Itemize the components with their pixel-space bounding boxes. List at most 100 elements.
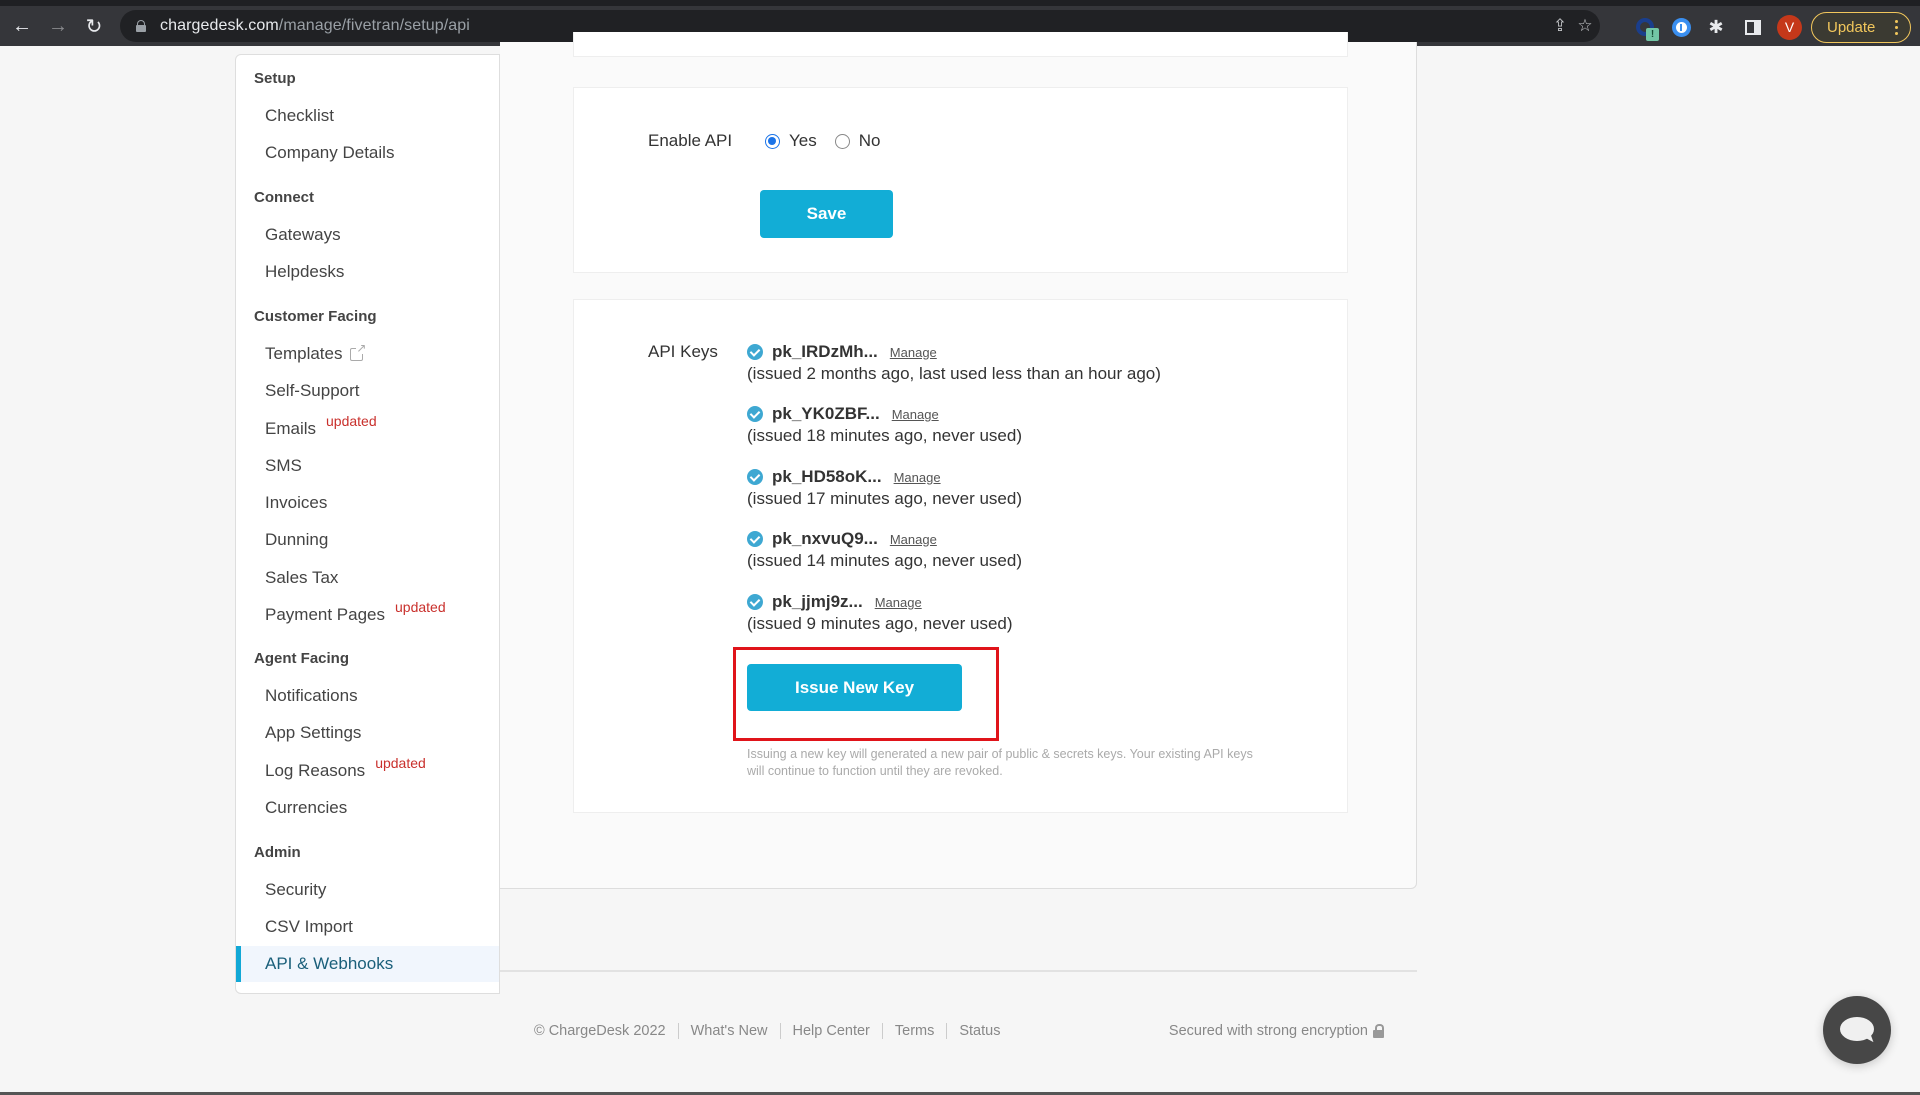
menu-dots-icon (1895, 20, 1898, 38)
enable-api-no-radio[interactable] (834, 133, 850, 149)
api-keys-card: API Keys pk_IRDzMh... Manage (issued 2 mo… (573, 299, 1348, 813)
sidebar-item-app-settings[interactable]: App Settings (236, 715, 499, 751)
sidebar-item-emails[interactable]: Emails updated (236, 411, 499, 447)
api-key-id: pk_IRDzMh... (772, 342, 878, 361)
footer-link-help-center[interactable]: Help Center (793, 1023, 870, 1039)
issue-key-hint: Issuing a new key will generated a new p… (747, 747, 1253, 778)
sidebar-item-invoices[interactable]: Invoices (236, 485, 499, 521)
sidebar-item-api-webhooks[interactable]: API & Webhooks (236, 946, 499, 982)
forward-arrow-icon[interactable]: → (40, 8, 76, 44)
api-key-meta: (issued 18 minutes ago, never used) (747, 426, 1022, 445)
api-key-meta: (issued 9 minutes ago, never used) (747, 614, 1013, 633)
sidebar-item-sms[interactable]: SMS (236, 448, 499, 484)
puzzle-icon[interactable]: ✱ (1705, 16, 1727, 38)
star-icon[interactable]: ☆ (1572, 14, 1598, 38)
updated-badge: updated (395, 599, 446, 615)
api-key-meta: (issued 17 minutes ago, never used) (747, 489, 1022, 508)
sidebar-heading-connect: Connect (254, 189, 314, 206)
enable-api-radio-group: Yes No (765, 131, 898, 151)
sidebar-item-gateways[interactable]: Gateways (236, 217, 499, 253)
footer-separator (779, 1023, 781, 1039)
external-link-icon (350, 341, 367, 361)
copyright-text: © ChargeDesk 2022 (534, 1023, 666, 1039)
api-key-id: pk_YK0ZBF... (772, 404, 880, 423)
sidebar-item-helpdesks[interactable]: Helpdesks (236, 254, 499, 290)
api-keys-label: API Keys (648, 342, 718, 361)
check-circle-icon (747, 594, 763, 610)
api-key-meta: (issued 2 months ago, last used less tha… (747, 364, 1161, 383)
api-key-item: pk_nxvuQ9... Manage (issued 14 minutes ag… (747, 529, 1022, 571)
chat-launcher-button[interactable] (1823, 996, 1891, 1064)
sidebar-item-checklist[interactable]: Checklist (236, 98, 499, 134)
sidebar-item-label: Sales Tax (265, 568, 339, 587)
sidebar-item-currencies[interactable]: Currencies (236, 790, 499, 826)
sidebar-item-label: SMS (265, 456, 302, 475)
previous-card (573, 32, 1348, 57)
sidebar-item-label: Helpdesks (265, 262, 345, 281)
share-icon[interactable]: ⇪ (1547, 14, 1573, 38)
sidebar-item-notifications[interactable]: Notifications (236, 678, 499, 714)
api-key-id: pk_HD58oK... (772, 467, 882, 486)
footer-divider (500, 970, 1417, 972)
sidebar-item-sales-tax[interactable]: Sales Tax (236, 560, 499, 596)
sidebar-item-label: API & Webhooks (265, 954, 394, 973)
manage-key-link[interactable]: Manage (890, 345, 937, 360)
api-key-item: pk_IRDzMh... Manage (issued 2 months ago,… (747, 342, 1161, 384)
manage-key-link[interactable]: Manage (894, 470, 941, 485)
updated-badge: updated (326, 413, 377, 429)
lock-icon[interactable] (136, 20, 146, 32)
footer: © ChargeDesk 2022 What's New Help Center… (534, 1023, 1384, 1039)
lock-icon (1373, 1024, 1384, 1038)
sidebar-heading-setup: Setup (254, 70, 296, 87)
radio-label-yes[interactable]: Yes (789, 131, 817, 151)
footer-link-status[interactable]: Status (959, 1023, 1000, 1039)
radio-label-no[interactable]: No (859, 131, 881, 151)
password-manager-icon[interactable] (1670, 16, 1692, 38)
profile-avatar[interactable]: V (1777, 15, 1802, 40)
settings-sidebar: Setup Checklist Company Details Connect … (235, 54, 500, 994)
sidepanel-icon[interactable] (1742, 16, 1764, 38)
sidebar-item-csv-import[interactable]: CSV Import (236, 909, 499, 945)
sidebar-item-log-reasons[interactable]: Log Reasons updated (236, 753, 499, 789)
footer-separator (946, 1023, 948, 1039)
page: Setup Checklist Company Details Connect … (0, 32, 1920, 1095)
reload-icon[interactable]: ↻ (76, 8, 112, 44)
sidebar-item-label: Security (265, 880, 327, 899)
api-key-item: pk_HD58oK... Manage (issued 17 minutes ag… (747, 467, 1022, 509)
sidebar-item-security[interactable]: Security (236, 872, 499, 908)
check-circle-icon (747, 406, 763, 422)
sidebar-item-label: Payment Pages (265, 605, 386, 624)
check-circle-icon (747, 531, 763, 547)
footer-link-whats-new[interactable]: What's New (691, 1023, 768, 1039)
manage-key-link[interactable]: Manage (892, 407, 939, 422)
issue-new-key-button[interactable]: Issue New Key (747, 664, 962, 711)
extension-icon[interactable]: ! (1634, 16, 1659, 41)
sidebar-item-label: Log Reasons (265, 761, 366, 780)
sidebar-item-payment-pages[interactable]: Payment Pages updated (236, 597, 499, 633)
main-content: Enable API Yes No Save API Keys pk_IRDzM… (500, 32, 1417, 889)
sidebar-item-label: Company Details (265, 143, 395, 162)
enable-api-yes-radio[interactable] (765, 133, 780, 149)
update-button[interactable]: Update (1811, 12, 1911, 43)
footer-link-terms[interactable]: Terms (895, 1023, 934, 1039)
api-key-id: pk_jjmj9z... (772, 592, 863, 611)
sidebar-item-dunning[interactable]: Dunning (236, 522, 499, 558)
sidebar-item-company-details[interactable]: Company Details (236, 135, 499, 171)
manage-key-link[interactable]: Manage (875, 595, 922, 610)
manage-key-link[interactable]: Manage (890, 532, 937, 547)
url-text[interactable]: chargedesk.com/manage/fivetran/setup/api (160, 17, 470, 35)
save-button[interactable]: Save (760, 190, 893, 238)
sidebar-item-label: App Settings (265, 723, 362, 742)
enable-api-label: Enable API (648, 131, 733, 150)
sidebar-item-templates[interactable]: Templates (236, 336, 499, 372)
api-key-item: pk_YK0ZBF... Manage (issued 18 minutes ag… (747, 404, 1022, 446)
updated-badge: updated (375, 755, 426, 771)
footer-separator (677, 1023, 679, 1039)
url-host: chargedesk.com (160, 17, 279, 34)
extension-badge: ! (1646, 28, 1659, 41)
sidebar-item-label: Currencies (265, 798, 348, 817)
sidebar-item-self-support[interactable]: Self-Support (236, 373, 499, 409)
update-label: Update (1827, 19, 1876, 36)
back-arrow-icon[interactable]: ← (4, 8, 40, 44)
sidebar-heading-agent-facing: Agent Facing (254, 650, 350, 667)
